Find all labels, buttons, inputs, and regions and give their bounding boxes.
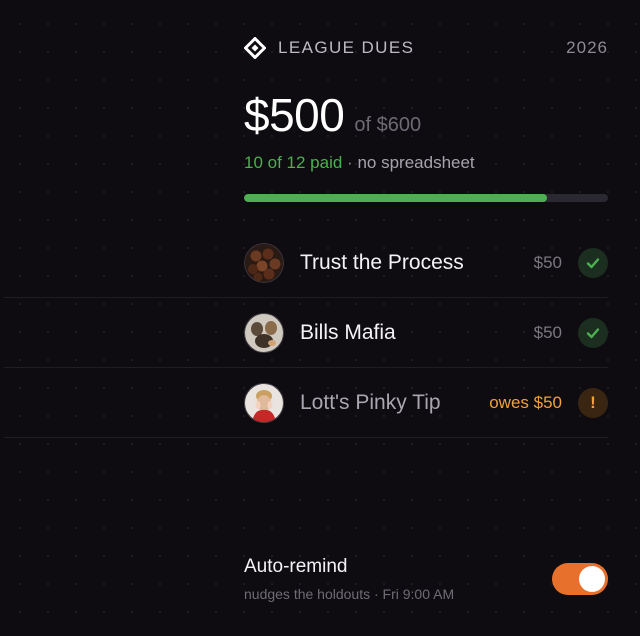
player-photo-avatar [244,383,284,423]
diamond-logo-icon [244,37,266,59]
member-row[interactable]: Trust the Process $50 [4,228,608,298]
exclamation-icon: ! [578,388,608,418]
page-title: LEAGUE DUES [278,38,415,57]
member-row[interactable]: Lott's Pinky Tip owes $50 ! [4,368,608,438]
brand: LEAGUE DUES [244,37,414,59]
team-name: Lott's Pinky Tip [300,391,441,414]
member-row[interactable]: Bills Mafia $50 [4,298,608,368]
dues-amount: owes $50 [489,393,562,412]
auto-remind-description: nudges the holdouts · Fri 9:00 AM [244,586,455,602]
league-dues-panel: LEAGUE DUES 2026 $500 of $600 10 of 12 p… [4,0,608,636]
auto-remind-toggle[interactable] [552,563,608,595]
team-name: Bills Mafia [300,321,396,344]
team-name: Trust the Process [300,251,464,274]
paid-progress-fill [244,194,548,202]
dues-amount: $50 [533,253,562,272]
season-year: 2026 [566,38,608,57]
auto-remind-setting: Auto-remind nudges the holdouts · Fri 9:… [244,556,608,604]
toggle-knob [579,566,605,592]
summary-note: no spreadsheet [357,153,475,172]
collected-summary: $500 of $600 [244,88,421,142]
auto-remind-label: Auto-remind [244,556,348,577]
collected-amount: $500 [244,89,345,141]
dues-amount: $50 [533,323,562,342]
check-icon [578,248,608,278]
member-list: Trust the Process $50 Bills Mafia $50 Lo… [4,228,608,438]
paid-progress-bar [244,194,608,202]
separator: · [347,153,353,172]
check-icon [578,318,608,348]
divider [4,437,608,438]
total-amount: of $600 [354,114,422,136]
paid-summary: 10 of 12 paid · no spreadsheet [244,153,475,173]
basketballs-avatar [244,243,284,283]
paid-count: 10 of 12 paid [244,153,343,172]
team-photo-avatar [244,313,284,353]
header: LEAGUE DUES 2026 [244,36,608,60]
